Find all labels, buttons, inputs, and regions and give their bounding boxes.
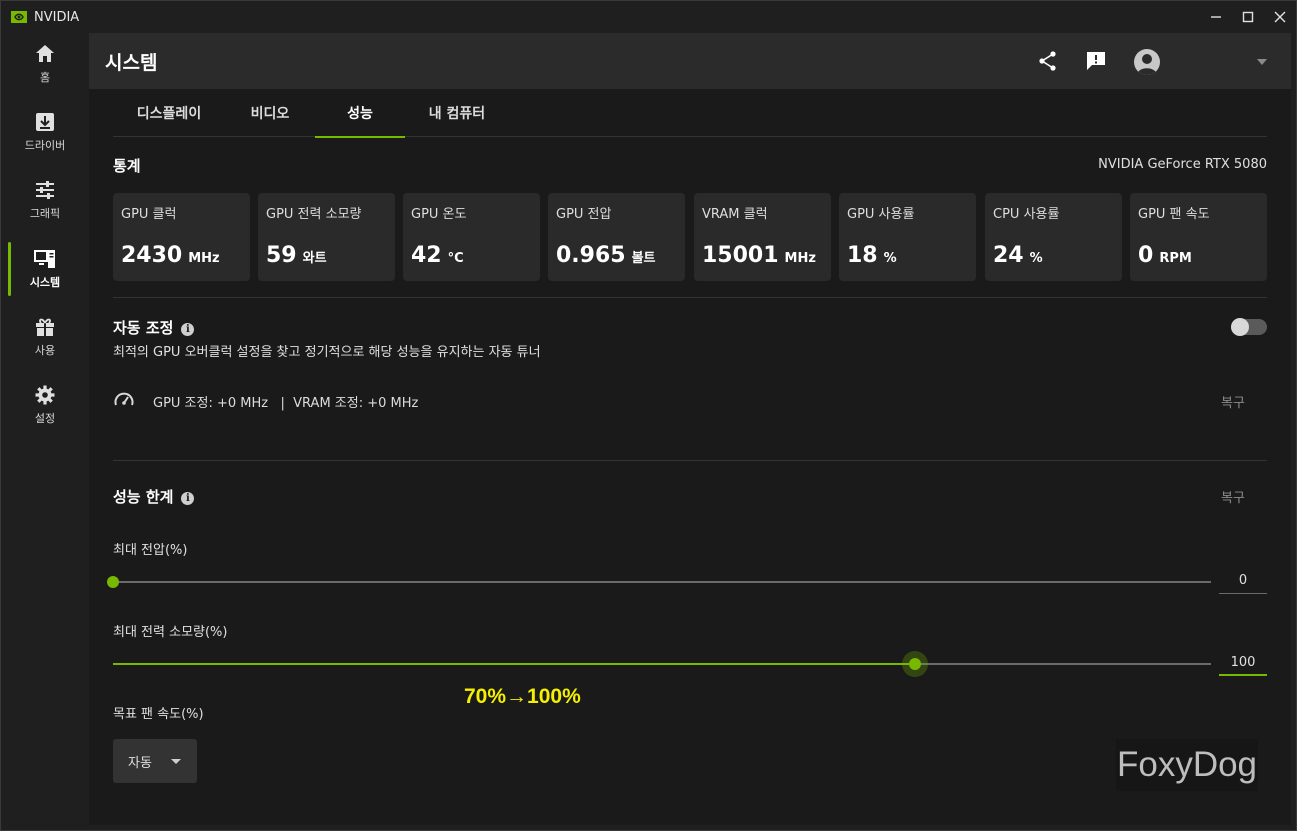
max-voltage-value[interactable]: 0 bbox=[1219, 570, 1267, 594]
stat-value: 15001 MHz bbox=[702, 243, 816, 268]
max-voltage-label: 최대 전압(%) bbox=[113, 543, 188, 558]
main-panel: 시스템 디스플레이 비디오 성능 내 컴퓨터 통계 NVIDIA GeForce… bbox=[89, 33, 1291, 825]
avatar-icon bbox=[1137, 54, 1157, 75]
stat-value: 2430 MHz bbox=[121, 243, 220, 268]
nav-item-settings[interactable]: 설정 bbox=[1, 374, 89, 436]
home-icon bbox=[36, 45, 54, 62]
info-icon[interactable]: i bbox=[181, 323, 195, 336]
feedback-icon[interactable] bbox=[1085, 50, 1107, 72]
nav-label-driver: 드라이버 bbox=[24, 139, 66, 152]
stat-card-gpu-power: GPU 전력 소모량 59 와트 bbox=[258, 193, 395, 281]
stat-value: 18% bbox=[847, 243, 897, 268]
gift-icon bbox=[36, 318, 54, 336]
fan-speed-label: 목표 팬 속도(%) bbox=[113, 707, 204, 722]
divider bbox=[113, 297, 1267, 298]
stat-label: GPU 전력 소모량 bbox=[266, 207, 362, 222]
stat-label: GPU 팬 속도 bbox=[1138, 207, 1210, 222]
nav-item-graphics[interactable]: 그래픽 bbox=[1, 169, 89, 231]
auto-tune-toggle[interactable] bbox=[1231, 318, 1267, 336]
fan-speed-selected: 자동 bbox=[128, 755, 152, 771]
stat-label: GPU 클럭 bbox=[121, 207, 177, 222]
gear-icon bbox=[35, 385, 55, 405]
stat-card-gpu-fan: GPU 팬 속도 0 RPM bbox=[1130, 193, 1267, 281]
speedometer-icon bbox=[114, 392, 134, 406]
fan-speed-select[interactable]: 자동 bbox=[113, 739, 197, 783]
stat-label: CPU 사용률 bbox=[993, 207, 1060, 222]
stat-label: GPU 온도 bbox=[411, 207, 467, 222]
max-power-value[interactable]: 100 bbox=[1219, 652, 1267, 676]
stat-label: VRAM 클럭 bbox=[702, 207, 768, 222]
tab-performance[interactable]: 성능 bbox=[315, 89, 405, 138]
stat-card-gpu-voltage: GPU 전압 0.965 볼트 bbox=[548, 193, 685, 281]
limits-reset-button[interactable]: 복구 bbox=[1221, 487, 1245, 506]
auto-tune-title: 자동 조정 i bbox=[113, 317, 195, 338]
nav-item-driver[interactable]: 드라이버 bbox=[1, 101, 89, 163]
nav-label-settings: 설정 bbox=[34, 412, 56, 425]
maximize-icon bbox=[1242, 11, 1254, 23]
watermark: FoxyDog bbox=[1116, 739, 1258, 791]
window-controls bbox=[1200, 1, 1296, 33]
stat-card-gpu-temp: GPU 온도 42 °C bbox=[403, 193, 540, 281]
chevron-down-icon[interactable] bbox=[1257, 59, 1267, 65]
stat-value: 0.965 볼트 bbox=[556, 243, 656, 268]
app-window: NVIDIA 홈 드라이버 그래픽 시스템 사용 설정 시스템 디스플레이 비디… bbox=[0, 0, 1297, 831]
title-bar: NVIDIA bbox=[1, 1, 1296, 33]
close-icon bbox=[1274, 11, 1286, 23]
gpu-name: NVIDIA GeForce RTX 5080 bbox=[1098, 157, 1267, 172]
max-voltage-thumb[interactable] bbox=[107, 576, 119, 588]
stat-card-gpu-usage: GPU 사용률 18% bbox=[839, 193, 976, 281]
stats-title: 통계 bbox=[113, 157, 141, 175]
annotation-text: 70%→100% bbox=[464, 685, 581, 708]
limits-title: 성능 한계 i bbox=[113, 486, 195, 507]
app-title: NVIDIA bbox=[34, 9, 80, 25]
maximize-button[interactable] bbox=[1232, 1, 1264, 33]
nav-item-home[interactable]: 홈 bbox=[1, 33, 89, 95]
page-header: 시스템 bbox=[89, 33, 1291, 89]
minimize-icon bbox=[1211, 16, 1221, 18]
tab-display[interactable]: 디스플레이 bbox=[113, 89, 225, 137]
share-icon[interactable] bbox=[1037, 50, 1059, 72]
nav-label-home: 홈 bbox=[39, 71, 51, 84]
stat-value: 42 °C bbox=[411, 243, 464, 268]
auto-tune-status: GPU 조정: +0 MHz | VRAM 조정: +0 MHz bbox=[153, 396, 419, 411]
nav-label-graphics: 그래픽 bbox=[29, 207, 61, 220]
driver-download-icon bbox=[36, 113, 54, 131]
max-power-label: 최대 전력 소모량(%) bbox=[113, 625, 228, 640]
nav-label-redeem: 사용 bbox=[34, 344, 56, 357]
toggle-knob bbox=[1231, 318, 1249, 336]
tab-my-computer[interactable]: 내 컴퓨터 bbox=[405, 89, 509, 137]
system-icon bbox=[34, 250, 55, 268]
max-voltage-track[interactable] bbox=[113, 581, 1211, 583]
avatar[interactable] bbox=[1134, 49, 1160, 75]
auto-tune-description: 최적의 GPU 오버클럭 설정을 찾고 정기적으로 해당 성능을 유지하는 자동… bbox=[113, 345, 541, 360]
chevron-down-icon bbox=[171, 759, 181, 764]
stat-value: 59 와트 bbox=[266, 243, 327, 268]
sliders-icon bbox=[36, 181, 54, 199]
stat-label: GPU 사용률 bbox=[847, 207, 915, 222]
divider bbox=[113, 460, 1267, 461]
auto-tune-reset-button[interactable]: 복구 bbox=[1221, 392, 1245, 411]
nvidia-logo-icon bbox=[11, 11, 27, 23]
minimize-button[interactable] bbox=[1200, 1, 1232, 33]
max-power-fill bbox=[113, 663, 915, 665]
close-button[interactable] bbox=[1264, 1, 1296, 33]
max-power-thumb[interactable] bbox=[908, 658, 921, 670]
stat-card-cpu-usage: CPU 사용률 24% bbox=[985, 193, 1122, 281]
left-nav: 홈 드라이버 그래픽 시스템 사용 설정 bbox=[1, 33, 89, 830]
stat-value: 0 RPM bbox=[1138, 243, 1192, 268]
nav-item-system[interactable]: 시스템 bbox=[1, 238, 89, 300]
stat-card-vram-clock: VRAM 클럭 15001 MHz bbox=[694, 193, 831, 281]
stat-value: 24% bbox=[993, 243, 1043, 268]
info-icon[interactable]: i bbox=[181, 492, 195, 505]
stat-label: GPU 전압 bbox=[556, 207, 612, 222]
nav-item-redeem[interactable]: 사용 bbox=[1, 306, 89, 368]
stat-card-gpu-clock: GPU 클럭 2430 MHz bbox=[113, 193, 250, 281]
tab-video[interactable]: 비디오 bbox=[225, 89, 315, 137]
nav-label-system: 시스템 bbox=[29, 276, 61, 289]
tab-bar: 디스플레이 비디오 성능 내 컴퓨터 bbox=[113, 89, 1267, 138]
page-title: 시스템 bbox=[105, 52, 158, 74]
